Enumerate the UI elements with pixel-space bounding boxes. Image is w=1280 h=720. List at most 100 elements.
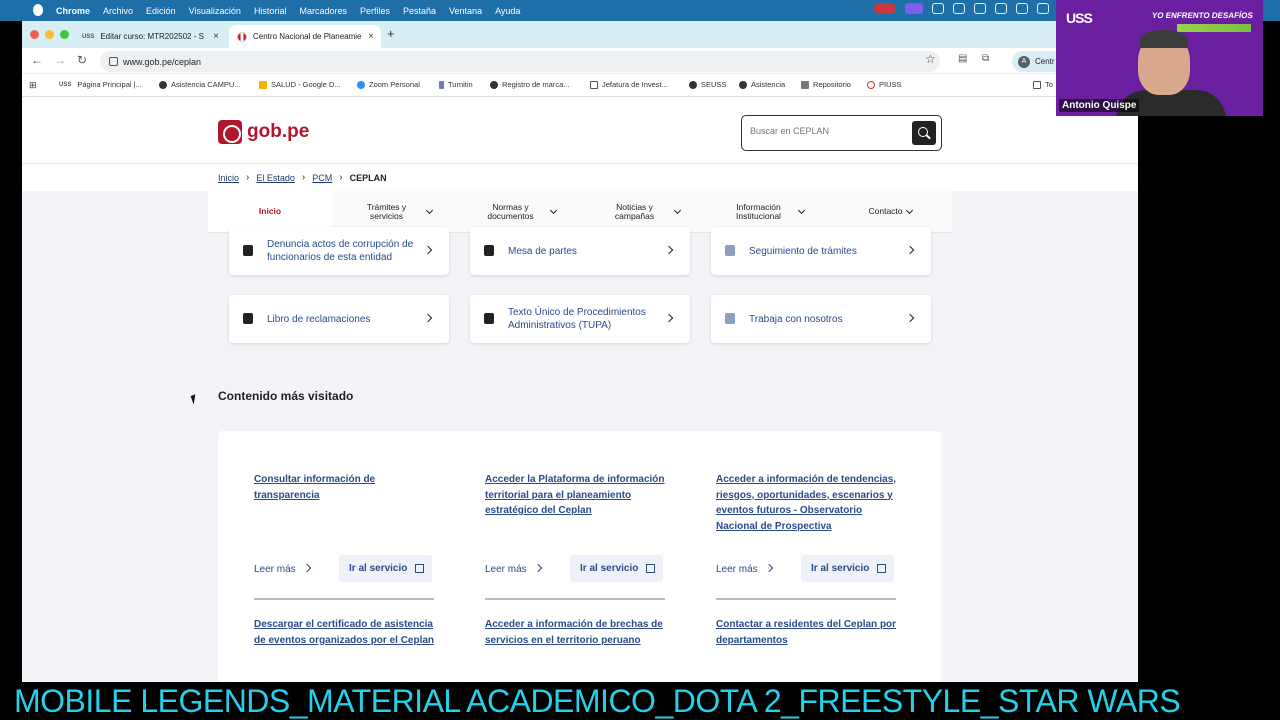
- button-label: Ir al servicio: [580, 563, 639, 574]
- card-seguimiento-tramites[interactable]: Seguimiento de trámites: [711, 227, 931, 275]
- document-icon: [484, 313, 494, 324]
- apps-grid-icon[interactable]: ⊞: [29, 80, 37, 91]
- menu-ayuda[interactable]: Ayuda: [495, 6, 520, 16]
- bookmark-item[interactable]: SEUSS: [689, 80, 726, 89]
- folder-icon: [590, 80, 598, 89]
- forward-icon[interactable]: →: [54, 53, 66, 67]
- leer-mas-link[interactable]: Leer más: [254, 564, 310, 575]
- nav-informacion[interactable]: Información Institucional: [704, 191, 828, 232]
- leer-mas-link[interactable]: Leer más: [485, 564, 541, 575]
- slogan-bar: [1177, 24, 1251, 32]
- menu-pestana[interactable]: Pestaña: [403, 6, 436, 16]
- nav-contacto[interactable]: Contacto: [828, 191, 952, 232]
- bookmark-star-icon[interactable]: ☆: [925, 52, 936, 66]
- menu-app-chrome[interactable]: Chrome: [56, 6, 90, 16]
- search-input[interactable]: [750, 126, 900, 136]
- back-icon[interactable]: ←: [31, 53, 43, 67]
- globe-icon: [490, 80, 498, 89]
- menu-historial[interactable]: Historial: [254, 6, 287, 16]
- screen-share-icon[interactable]: [905, 3, 923, 14]
- menu-ventana[interactable]: Ventana: [449, 6, 482, 16]
- bookmark-folder[interactable]: To: [1033, 80, 1053, 89]
- zoom-window-icon[interactable]: [60, 30, 69, 39]
- bookmark-item[interactable]: Asistencia CAMPU...: [159, 80, 241, 89]
- dropbox-icon[interactable]: [932, 3, 944, 14]
- bookmark-item[interactable]: SALUD - Google D...: [259, 80, 341, 89]
- card-libro-reclamaciones[interactable]: Libro de reclamaciones: [229, 295, 449, 343]
- audio-icon[interactable]: [974, 3, 986, 14]
- bookmark-item[interactable]: Repositorio: [801, 80, 851, 89]
- close-window-icon[interactable]: [30, 30, 39, 39]
- reload-icon[interactable]: ↻: [77, 53, 87, 67]
- leer-mas-link[interactable]: Leer más: [716, 564, 772, 575]
- visited-link-transparencia[interactable]: Consultar información de transparencia: [254, 472, 404, 503]
- nav-normas[interactable]: Normas y documentos: [456, 191, 580, 232]
- search-button[interactable]: [912, 121, 936, 145]
- record-icon[interactable]: [874, 3, 896, 14]
- bookmark-item[interactable]: USS Página Principal |...: [59, 80, 142, 89]
- minimize-window-icon[interactable]: [45, 30, 54, 39]
- menu-edicion[interactable]: Edición: [146, 6, 176, 16]
- menu-archivo[interactable]: Archivo: [103, 6, 133, 16]
- button-label: Ir al servicio: [349, 563, 408, 574]
- nav-inicio[interactable]: Inicio: [208, 191, 332, 232]
- bookmark-item[interactable]: Zoom Personal: [357, 80, 420, 89]
- bookmark-label: Zoom Personal: [369, 80, 420, 89]
- display-icon[interactable]: [953, 3, 965, 14]
- gob-pe-logo[interactable]: gob.pe: [218, 120, 309, 144]
- bluetooth-icon[interactable]: [995, 3, 1007, 14]
- nav-tramites[interactable]: Trámites y servicios: [332, 191, 456, 232]
- extensions-icon[interactable]: ⧉: [982, 53, 989, 64]
- nav-label: Contacto: [868, 206, 903, 216]
- breadcrumb-el-estado[interactable]: El Estado: [256, 173, 295, 183]
- book-icon: [243, 313, 253, 324]
- bookmark-label: To: [1045, 80, 1053, 89]
- nav-noticias[interactable]: Noticias y campañas: [580, 191, 704, 232]
- chevron-down-icon: [673, 206, 681, 214]
- chevron-right-icon: [664, 313, 674, 323]
- menu-perfiles[interactable]: Perfiles: [360, 6, 390, 16]
- tab-ceplan[interactable]: Centro Nacional de Planeamie ×: [229, 25, 381, 48]
- new-tab-icon[interactable]: +: [387, 26, 395, 41]
- address-bar[interactable]: www.gob.pe/ceplan: [100, 51, 940, 72]
- bookmark-label: Registro de marca...: [502, 80, 570, 89]
- breadcrumb-pcm[interactable]: PCM: [312, 173, 332, 183]
- chevron-down-icon: [425, 206, 433, 214]
- close-tab-icon[interactable]: ×: [213, 31, 219, 42]
- divider: [716, 598, 896, 600]
- visited-link-certificado[interactable]: Descargar el certificado de asistencia d…: [254, 617, 439, 648]
- visited-link-plataforma-territorial[interactable]: Acceder la Plataforma de información ter…: [485, 472, 670, 519]
- bookmark-item[interactable]: Turnitin: [439, 80, 473, 89]
- breadcrumb-inicio[interactable]: Inicio: [218, 173, 239, 183]
- ir-al-servicio-button[interactable]: Ir al servicio: [339, 555, 432, 582]
- ir-al-servicio-button[interactable]: Ir al servicio: [570, 555, 663, 582]
- bookmark-label: PIUSS: [879, 80, 902, 89]
- menu-marcadores[interactable]: Marcadores: [299, 6, 347, 16]
- menu-visualizacion[interactable]: Visualización: [189, 6, 241, 16]
- bookmarks-bar: ⊞ USS Página Principal |... Asistencia CA…: [22, 74, 1138, 97]
- site-settings-icon[interactable]: [109, 57, 118, 66]
- browser-toolbar: ← → ↻ www.gob.pe/ceplan ☆ ▤ ⧉ A Centr: [22, 48, 1138, 74]
- card-trabaja-con-nosotros[interactable]: Trabaja con nosotros: [711, 295, 931, 343]
- tab-editar-curso[interactable]: USS Editar curso: MTR202502 - S ×: [74, 25, 226, 48]
- bookmark-item[interactable]: Registro de marca...: [490, 80, 570, 89]
- bookmark-item[interactable]: Jefatura de Invest...: [590, 80, 668, 89]
- visited-link-brechas[interactable]: Acceder a información de brechas de serv…: [485, 617, 670, 648]
- ir-al-servicio-button[interactable]: Ir al servicio: [801, 555, 894, 582]
- close-tab-icon[interactable]: ×: [368, 31, 374, 42]
- chevron-right-icon: ›: [301, 172, 306, 183]
- card-label: Texto Único de Procedimientos Administra…: [508, 307, 646, 331]
- reading-list-icon[interactable]: ▤: [958, 53, 967, 64]
- nav-label: Información Institucional: [736, 201, 781, 221]
- card-tupa[interactable]: Texto Único de Procedimientos Administra…: [470, 295, 690, 343]
- wifi-icon[interactable]: [1037, 3, 1049, 14]
- bookmark-item[interactable]: Asistencia: [739, 80, 785, 89]
- breadcrumb: Inicio › El Estado › PCM › CEPLAN: [218, 172, 387, 183]
- card-mesa-de-partes[interactable]: Mesa de partes: [470, 227, 690, 275]
- bookmark-item[interactable]: PIUSS: [867, 80, 902, 89]
- visited-link-observatorio[interactable]: Acceder a información de tendencias, rie…: [716, 472, 901, 534]
- battery-icon[interactable]: [1016, 3, 1028, 14]
- card-denuncia-corrupcion[interactable]: Denuncia actos de corrupción de funciona…: [229, 227, 449, 275]
- apple-icon[interactable]: [33, 4, 43, 16]
- visited-link-residentes[interactable]: Contactar a residentes del Ceplan por de…: [716, 617, 906, 648]
